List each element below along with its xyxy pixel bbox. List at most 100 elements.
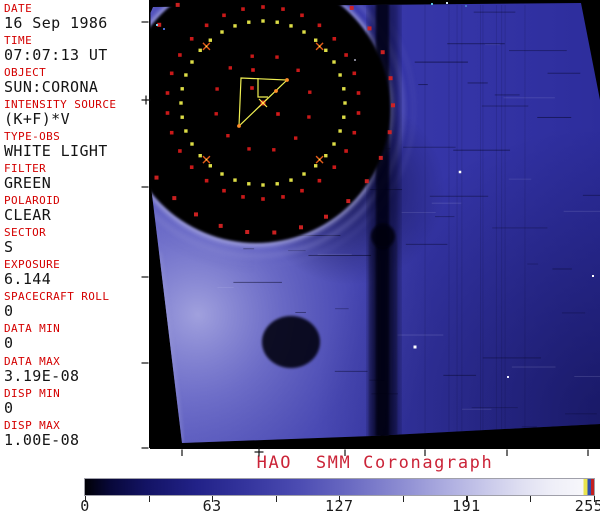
metadata-field: EXPOSURE6.144 bbox=[0, 258, 150, 290]
streak bbox=[295, 312, 306, 313]
fiducial-dot bbox=[281, 195, 285, 199]
speck bbox=[446, 2, 448, 4]
fiducial-dot bbox=[181, 87, 184, 90]
fiducial-dot bbox=[342, 87, 345, 90]
streak bbox=[564, 211, 600, 212]
fiducial-dot bbox=[209, 164, 212, 167]
fiducial-dot bbox=[194, 212, 198, 216]
streak bbox=[552, 268, 571, 269]
fiducial-dot bbox=[199, 154, 202, 157]
colorbar-tick-label: 191 bbox=[452, 497, 481, 512]
pointer-vertex-dot bbox=[274, 89, 278, 93]
streak bbox=[425, 5, 426, 445]
fiducial-dot bbox=[247, 147, 250, 150]
fiducial-dot bbox=[357, 111, 361, 115]
colorbar-minor-tick bbox=[149, 496, 150, 502]
metadata-field: POLAROIDCLEAR bbox=[0, 194, 150, 226]
metadata-field: SECTORS bbox=[0, 226, 150, 258]
streak bbox=[485, 44, 500, 45]
metadata-field-value: GREEN bbox=[4, 175, 150, 192]
streak bbox=[505, 5, 506, 445]
streak bbox=[501, 5, 502, 445]
fiducial-dot bbox=[342, 116, 345, 119]
streak bbox=[495, 94, 520, 95]
pointer-vertex-dot bbox=[237, 124, 241, 128]
metadata-field: DATE16 Sep 1986 bbox=[0, 2, 150, 34]
streak bbox=[435, 216, 454, 217]
fiducial-dot bbox=[233, 24, 236, 27]
metadata-field-value: 16 Sep 1986 bbox=[4, 15, 150, 32]
metadata-field-label: SPACECRAFT ROLL bbox=[4, 290, 150, 303]
fiducial-dot bbox=[205, 179, 209, 183]
fiducial-dot bbox=[276, 182, 279, 185]
streak bbox=[397, 335, 443, 336]
streak bbox=[243, 248, 254, 249]
fiducial-dot bbox=[170, 131, 174, 135]
colorbar bbox=[85, 479, 594, 495]
streak bbox=[496, 5, 497, 445]
fiducial-dot bbox=[308, 91, 311, 94]
metadata-field: DATA MAX3.19E-08 bbox=[0, 355, 150, 387]
fiducial-dot bbox=[261, 5, 265, 9]
colorbar-tick-label: 0 bbox=[80, 497, 90, 512]
fiducial-dot bbox=[222, 14, 226, 18]
streak bbox=[335, 371, 368, 372]
streak bbox=[415, 62, 468, 63]
fiducial-dot bbox=[209, 39, 212, 42]
metadata-field-value: 3.19E-08 bbox=[4, 368, 150, 385]
dark-vertical-band-lower bbox=[371, 238, 395, 443]
fiducial-dot bbox=[199, 49, 202, 52]
streak bbox=[565, 413, 597, 414]
pointer-vertex-dot bbox=[285, 78, 289, 82]
fiducial-dot bbox=[219, 224, 223, 228]
fiducial-dot bbox=[324, 49, 327, 52]
fiducial-dot bbox=[353, 131, 357, 135]
metadata-field: DISP MIN0 bbox=[0, 387, 150, 419]
fiducial-dot bbox=[368, 26, 372, 30]
fiducial-dot bbox=[184, 73, 187, 76]
streak bbox=[318, 254, 352, 255]
fiducial-dot bbox=[350, 6, 354, 10]
fiducial-dot bbox=[229, 66, 232, 69]
streak bbox=[492, 227, 547, 228]
streak bbox=[406, 244, 448, 245]
streak bbox=[509, 50, 567, 51]
streak bbox=[457, 5, 458, 445]
colorbar-minor-tick bbox=[276, 496, 277, 502]
metadata-field-value: WHITE LIGHT bbox=[4, 143, 150, 160]
fiducial-dot bbox=[178, 53, 182, 57]
metadata-field: OBJECTSUN:CORONA bbox=[0, 66, 150, 98]
fiducial-dot bbox=[365, 179, 369, 183]
fiducial-dot bbox=[176, 3, 180, 7]
fiducial-dot bbox=[389, 76, 393, 80]
metadata-field: SPACECRAFT ROLL0 bbox=[0, 290, 150, 322]
cross-mark-center bbox=[206, 46, 208, 48]
fiducial-dot bbox=[314, 39, 317, 42]
streak bbox=[483, 357, 541, 358]
fiducial-dot bbox=[332, 60, 335, 63]
speck bbox=[414, 346, 417, 349]
fiducial-dot bbox=[172, 196, 176, 200]
fiducial-dot bbox=[233, 178, 236, 181]
streak bbox=[461, 5, 462, 445]
fiducial-dot bbox=[181, 116, 184, 119]
fiducial-dot bbox=[296, 69, 299, 72]
fiducial-dot bbox=[190, 165, 194, 169]
fiducial-dot bbox=[226, 134, 229, 137]
colorbar-minor-tick bbox=[403, 496, 404, 502]
streak bbox=[562, 312, 585, 313]
fiducial-dot bbox=[215, 87, 218, 90]
fiducial-dot bbox=[346, 199, 350, 203]
fiducial-dot bbox=[261, 19, 264, 22]
fiducial-dot bbox=[343, 101, 346, 104]
fiducial-dot bbox=[338, 129, 341, 132]
fiducial-dot bbox=[333, 37, 337, 41]
fiducial-dot bbox=[190, 60, 193, 63]
metadata-field: TIME07:07:13 UT bbox=[0, 34, 150, 66]
fiducial-dot bbox=[300, 14, 304, 18]
streak bbox=[480, 5, 481, 445]
fiducial-dot bbox=[388, 130, 392, 134]
cross-mark-center bbox=[319, 46, 321, 48]
fiducial-dot bbox=[220, 172, 223, 175]
fiducial-dot bbox=[261, 197, 265, 201]
